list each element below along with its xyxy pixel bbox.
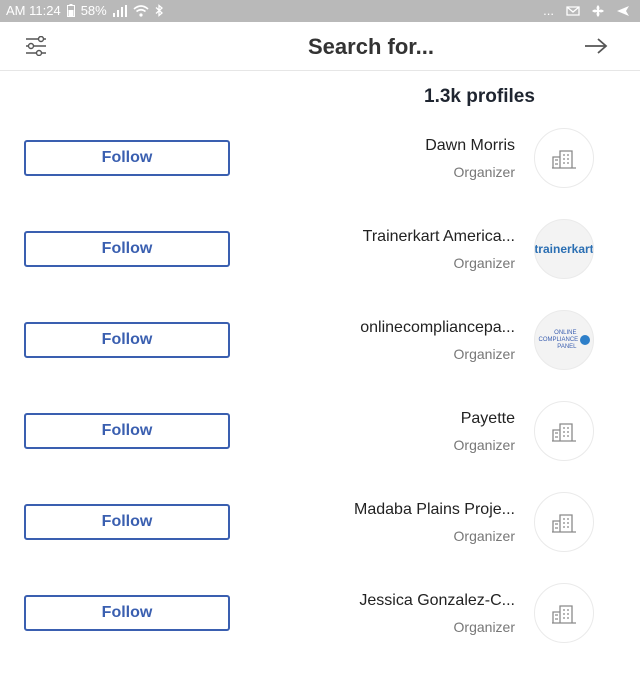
follow-button[interactable]: Follow	[24, 595, 230, 631]
profile-role: Organizer	[453, 437, 515, 453]
battery-percent: 58%	[80, 3, 107, 18]
profile-name: Jessica Gonzalez-C...	[359, 592, 515, 609]
profile-role: Organizer	[453, 528, 515, 544]
profile-row[interactable]: Follow Trainerkart America... Organizer …	[0, 219, 640, 311]
fan-icon	[592, 4, 604, 17]
results-count: 1.3k profiles	[424, 86, 535, 107]
building-placeholder-icon	[552, 605, 576, 624]
notification-icon	[566, 5, 580, 16]
profile-role: Organizer	[453, 619, 515, 635]
building-placeholder-icon	[552, 423, 576, 442]
avatar	[534, 492, 594, 552]
follow-button[interactable]: Follow	[24, 413, 230, 449]
avatar	[534, 401, 594, 461]
profile-role: Organizer	[453, 255, 515, 271]
status-bar: AM 11:24 58% ...	[0, 0, 640, 22]
profile-role: Organizer	[453, 346, 515, 362]
profile-name: Dawn Morris	[425, 137, 515, 154]
profile-name: Payette	[460, 410, 515, 427]
avatar: ONLINE COMPLIANCE PANEL	[534, 310, 594, 370]
profile-role: Organizer	[453, 164, 515, 180]
arrow-right-icon[interactable]	[583, 36, 609, 56]
battery-icon	[66, 4, 75, 17]
profile-name: onlinecompliancepa...	[360, 319, 515, 336]
profile-row[interactable]: Follow Payette Organizer	[0, 401, 640, 493]
status-more: ...	[543, 3, 554, 18]
avatar	[534, 583, 594, 643]
profile-row[interactable]: Follow Madaba Plains Proje... Organizer	[0, 492, 640, 584]
filter-sliders-icon[interactable]	[24, 36, 48, 56]
follow-button[interactable]: Follow	[24, 322, 230, 358]
trainerkart-logo: trainerkart	[534, 242, 594, 256]
follow-button[interactable]: Follow	[24, 231, 230, 267]
profile-name: Trainerkart America...	[362, 228, 515, 245]
follow-button[interactable]: Follow	[24, 140, 230, 176]
building-placeholder-icon	[552, 150, 576, 169]
avatar: trainerkart	[534, 219, 594, 279]
building-placeholder-icon	[552, 514, 576, 533]
status-time: AM 11:24	[6, 3, 61, 18]
search-header: Search for...	[0, 22, 640, 71]
avatar	[534, 128, 594, 188]
profile-name: Madaba Plains Proje...	[354, 501, 515, 518]
follow-button[interactable]: Follow	[24, 504, 230, 540]
search-input[interactable]: Search for...	[308, 34, 434, 60]
send-icon	[617, 5, 629, 16]
bluetooth-icon	[155, 4, 163, 17]
signal-icon	[112, 4, 127, 17]
logo-dot-icon	[579, 335, 590, 345]
profile-row[interactable]: Follow Jessica Gonzalez-C... Organizer	[0, 583, 640, 675]
profile-row[interactable]: Follow Dawn Morris Organizer	[0, 128, 640, 220]
wifi-icon	[133, 4, 149, 17]
onlinecompliancepanel-logo: ONLINE COMPLIANCE PANEL	[539, 330, 590, 351]
profile-row[interactable]: Follow onlinecompliancepa... Organizer O…	[0, 310, 640, 402]
